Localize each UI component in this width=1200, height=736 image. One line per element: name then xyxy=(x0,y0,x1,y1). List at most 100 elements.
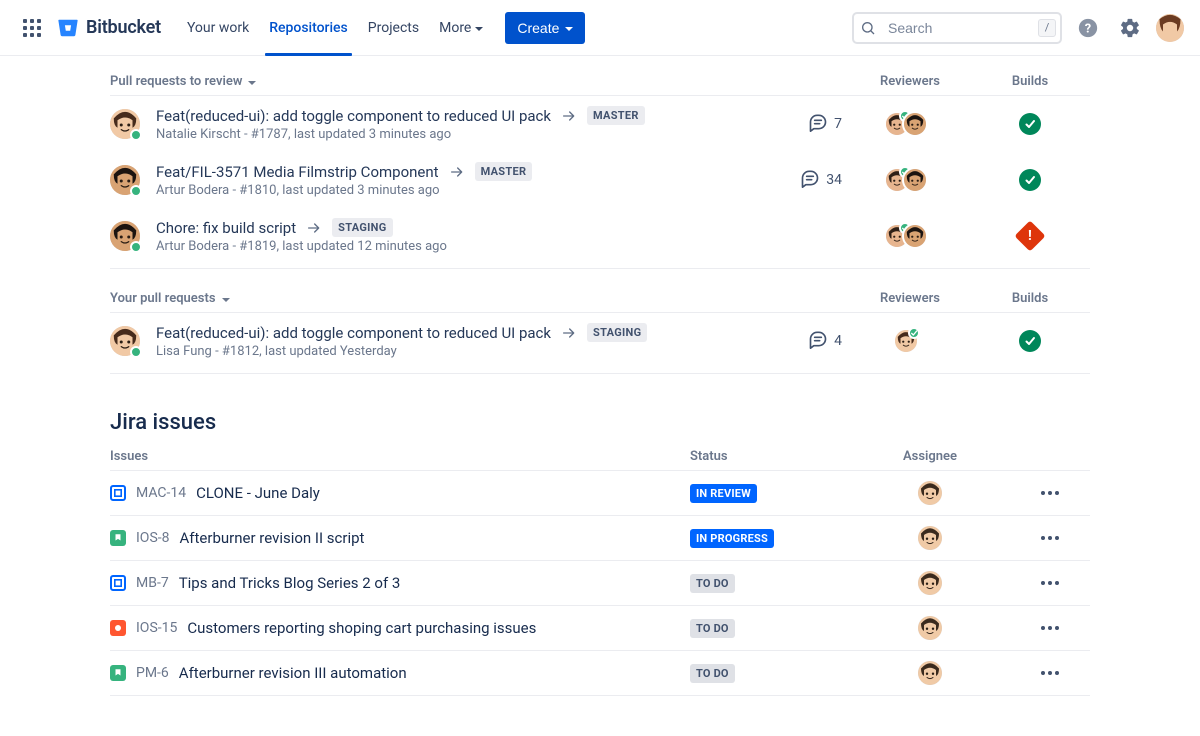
issue-actions-button[interactable] xyxy=(1010,671,1090,675)
comment-count[interactable]: 4 xyxy=(752,329,842,353)
issue-actions-button[interactable] xyxy=(1010,491,1090,495)
issue-row[interactable]: IOS-15 Customers reporting shoping cart … xyxy=(110,606,1090,651)
issue-actions-button[interactable] xyxy=(1010,581,1090,585)
issue-main: PM-6 Afterburner revision III automation xyxy=(110,664,690,682)
create-button[interactable]: Create xyxy=(505,12,585,44)
build-status[interactable]: ! xyxy=(970,225,1090,247)
pr-main: Feat(reduced-ui): add toggle component t… xyxy=(156,106,748,142)
settings-button[interactable] xyxy=(1114,12,1146,44)
build-failed-icon: ! xyxy=(1014,220,1045,251)
issue-status-cell: TO DO xyxy=(690,574,850,593)
author-avatar[interactable] xyxy=(110,221,140,251)
comment-count[interactable]: 7 xyxy=(752,112,842,136)
pr-main: Feat(reduced-ui): add toggle component t… xyxy=(156,323,748,359)
prs-yours-header: Your pull requests Reviewers Builds xyxy=(110,287,1090,313)
search-field: / xyxy=(852,12,1062,44)
pr-main: Feat/FIL-3571 Media Filmstrip Component … xyxy=(156,162,748,198)
author-avatar[interactable] xyxy=(110,165,140,195)
issue-assignee[interactable] xyxy=(850,481,1010,505)
col-reviewers: Reviewers xyxy=(850,74,970,89)
build-status[interactable] xyxy=(970,330,1090,352)
pr-subtitle: Artur Bodera - #1810, last updated 3 min… xyxy=(156,183,748,198)
issue-key[interactable]: MAC-14 xyxy=(136,485,186,501)
col-reviewers: Reviewers xyxy=(850,291,970,306)
reviewers xyxy=(846,111,966,137)
product-logo[interactable]: Bitbucket xyxy=(52,12,165,44)
nav-more[interactable]: More xyxy=(429,0,493,56)
issue-summary[interactable]: Afterburner revision III automation xyxy=(179,664,407,682)
pr-title[interactable]: Feat(reduced-ui): add toggle component t… xyxy=(156,324,551,342)
reviewer-avatar[interactable] xyxy=(902,223,928,249)
build-status[interactable] xyxy=(970,169,1090,191)
comment-count[interactable]: 34 xyxy=(752,168,842,192)
issue-actions-button[interactable] xyxy=(1010,626,1090,630)
issue-type-task-icon xyxy=(110,485,126,501)
issue-key[interactable]: IOS-8 xyxy=(136,530,170,546)
issue-key[interactable]: MB-7 xyxy=(136,575,169,591)
presence-indicator xyxy=(130,185,142,197)
reviewers xyxy=(846,223,966,249)
issue-row[interactable]: PM-6 Afterburner revision III automation… xyxy=(110,651,1090,696)
pr-title[interactable]: Feat(reduced-ui): add toggle component t… xyxy=(156,107,551,125)
primary-nav: Your work Repositories Projects More xyxy=(177,0,493,56)
issue-key[interactable]: IOS-15 xyxy=(136,620,177,636)
issue-assignee[interactable] xyxy=(850,571,1010,595)
profile-avatar[interactable] xyxy=(1156,14,1184,42)
prs-yours-toggle[interactable]: Your pull requests xyxy=(110,291,850,306)
app-switcher-icon[interactable] xyxy=(16,12,48,44)
issue-status-cell: IN REVIEW xyxy=(690,484,850,503)
issue-key[interactable]: PM-6 xyxy=(136,665,169,681)
issue-summary[interactable]: CLONE - June Daly xyxy=(196,484,320,502)
issue-row[interactable]: MAC-14 CLONE - June Daly IN REVIEW xyxy=(110,471,1090,516)
product-name: Bitbucket xyxy=(86,17,161,38)
pr-row[interactable]: Feat/FIL-3571 Media Filmstrip Component … xyxy=(110,152,1090,208)
target-branch: STAGING xyxy=(587,323,647,342)
reviewer-avatar[interactable] xyxy=(902,167,928,193)
presence-indicator xyxy=(130,129,142,141)
nav-projects[interactable]: Projects xyxy=(358,0,429,56)
build-success-icon xyxy=(1019,113,1041,135)
search-input[interactable] xyxy=(852,12,1062,44)
nav-your-work[interactable]: Your work xyxy=(177,0,259,56)
issue-row[interactable]: IOS-8 Afterburner revision II script IN … xyxy=(110,516,1090,561)
author-avatar[interactable] xyxy=(110,326,140,356)
nav-repositories[interactable]: Repositories xyxy=(259,0,358,56)
issue-status: IN REVIEW xyxy=(690,484,757,503)
issue-row[interactable]: MB-7 Tips and Tricks Blog Series 2 of 3 … xyxy=(110,561,1090,606)
issue-summary[interactable]: Customers reporting shoping cart purchas… xyxy=(187,619,536,637)
issue-assignee[interactable] xyxy=(850,661,1010,685)
jira-heading: Jira issues xyxy=(110,410,1090,435)
pr-subtitle: Natalie Kirscht - #1787, last updated 3 … xyxy=(156,127,748,142)
issue-main: MAC-14 CLONE - June Daly xyxy=(110,484,690,502)
top-nav: Bitbucket Your work Repositories Project… xyxy=(0,0,1200,56)
issue-assignee[interactable] xyxy=(850,526,1010,550)
pr-title[interactable]: Chore: fix build script xyxy=(156,219,296,237)
pr-row[interactable]: Feat(reduced-ui): add toggle component t… xyxy=(110,96,1090,152)
prs-review-header: Pull requests to review Reviewers Builds xyxy=(110,70,1090,96)
pr-row[interactable]: Chore: fix build script STAGING Artur Bo… xyxy=(110,208,1090,264)
issue-summary[interactable]: Tips and Tricks Blog Series 2 of 3 xyxy=(179,574,401,592)
prs-review-toggle[interactable]: Pull requests to review xyxy=(110,74,850,89)
pr-title[interactable]: Feat/FIL-3571 Media Filmstrip Component xyxy=(156,163,439,181)
help-button[interactable]: ? xyxy=(1072,12,1104,44)
issue-assignee[interactable] xyxy=(850,616,1010,640)
chevron-down-icon xyxy=(248,81,256,85)
build-success-icon xyxy=(1019,169,1041,191)
main-content: Pull requests to review Reviewers Builds… xyxy=(110,56,1090,736)
issue-status: TO DO xyxy=(690,619,735,638)
issue-summary[interactable]: Afterburner revision II script xyxy=(180,529,365,547)
pr-main: Chore: fix build script STAGING Artur Bo… xyxy=(156,218,748,254)
issue-actions-button[interactable] xyxy=(1010,536,1090,540)
issue-status: IN PROGRESS xyxy=(690,529,774,548)
pr-row[interactable]: Feat(reduced-ui): add toggle component t… xyxy=(110,313,1090,369)
reviewer-avatar[interactable] xyxy=(893,328,919,354)
build-status[interactable] xyxy=(970,113,1090,135)
reviewer-avatar[interactable] xyxy=(902,111,928,137)
col-status: Status xyxy=(690,449,850,464)
target-branch: STAGING xyxy=(332,218,392,237)
arrow-right-icon xyxy=(561,325,577,341)
arrow-right-icon xyxy=(449,164,465,180)
comment-icon xyxy=(808,329,828,353)
author-avatar[interactable] xyxy=(110,109,140,139)
svg-text:?: ? xyxy=(1085,21,1091,36)
